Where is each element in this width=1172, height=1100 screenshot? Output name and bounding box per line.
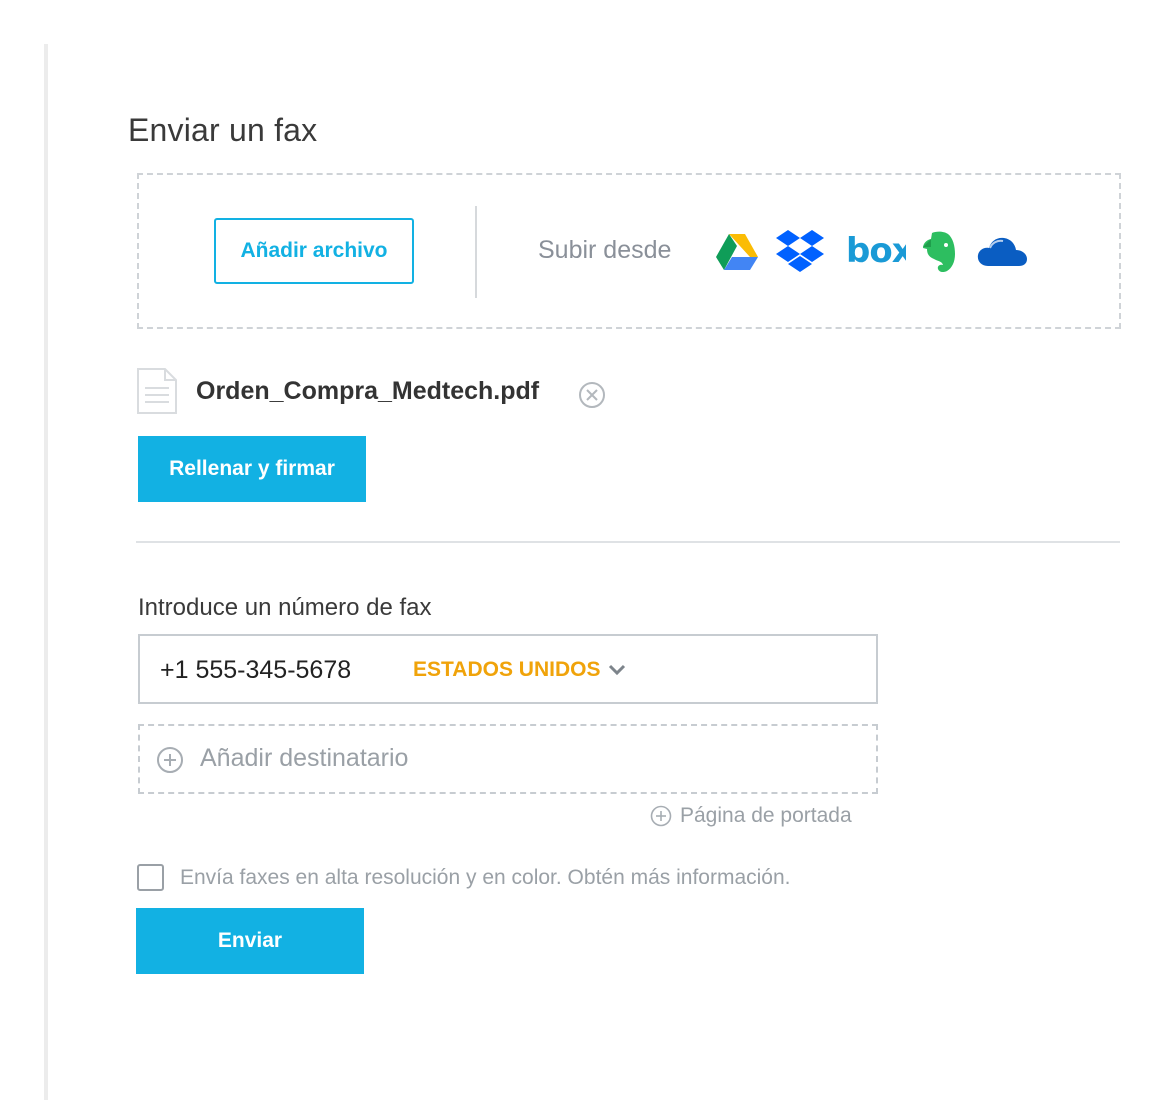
high-resolution-label[interactable]: Envía faxes en alta resolución y en colo… bbox=[180, 866, 791, 890]
country-selector-label: ESTADOS UNIDOS bbox=[413, 658, 601, 681]
country-selector[interactable]: ESTADOS UNIDOS bbox=[413, 658, 626, 682]
add-file-button[interactable]: Añadir archivo bbox=[214, 218, 414, 284]
fax-number-value[interactable]: +1 555-345-5678 bbox=[160, 656, 351, 685]
left-panel-border bbox=[44, 44, 48, 1100]
evernote-icon[interactable] bbox=[922, 230, 958, 274]
add-circle-icon bbox=[650, 805, 672, 827]
box-logo-text: box bbox=[846, 232, 906, 268]
attached-file-name: Orden_Compra_Medtech.pdf bbox=[196, 377, 540, 405]
cover-page-link[interactable]: Página de portada bbox=[650, 804, 852, 828]
fax-number-label: Introduce un número de fax bbox=[138, 594, 432, 621]
box-icon[interactable]: box bbox=[846, 232, 906, 268]
document-icon bbox=[137, 368, 177, 414]
add-recipient-label: Añadir destinatario bbox=[200, 744, 409, 772]
high-resolution-checkbox[interactable] bbox=[137, 864, 164, 891]
upload-from-label: Subir desde bbox=[538, 236, 672, 264]
page-title: Enviar un fax bbox=[128, 112, 318, 148]
google-drive-icon[interactable] bbox=[716, 232, 758, 270]
send-button[interactable]: Enviar bbox=[136, 908, 364, 974]
dropbox-icon[interactable] bbox=[776, 230, 824, 272]
add-circle-icon bbox=[157, 747, 183, 773]
fill-and-sign-button[interactable]: Rellenar y firmar bbox=[138, 436, 366, 502]
onedrive-icon[interactable] bbox=[976, 234, 1028, 268]
upload-divider bbox=[475, 206, 477, 298]
cover-page-label: Página de portada bbox=[680, 804, 852, 827]
remove-file-icon[interactable] bbox=[578, 381, 606, 409]
chevron-down-icon bbox=[609, 664, 626, 676]
section-divider bbox=[136, 541, 1120, 543]
